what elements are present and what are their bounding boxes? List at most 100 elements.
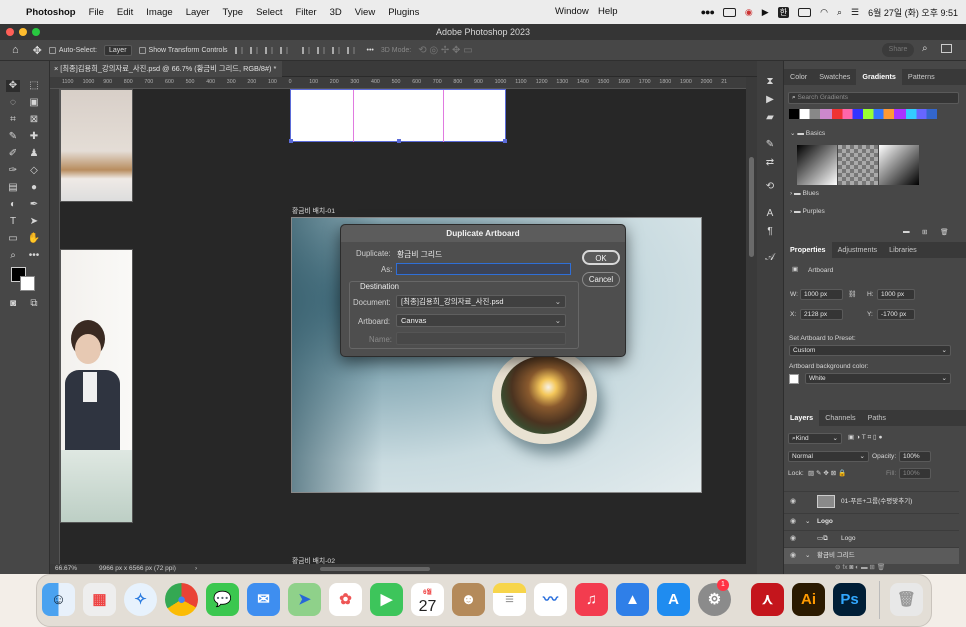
move-tool-icon[interactable]: ✥: [33, 44, 42, 57]
layer-bottom-icons[interactable]: ⊖ fx ◙ ◐ ▬ ⊞ 🗑: [835, 563, 885, 571]
brush-tool-icon[interactable]: ✐: [6, 148, 20, 160]
illustrator-icon[interactable]: Ai: [792, 583, 825, 616]
acrobat-icon[interactable]: ⋏: [751, 583, 784, 616]
contacts-icon[interactable]: ☻: [452, 583, 485, 616]
tab-gradients[interactable]: Gradients: [856, 69, 902, 85]
history-brush-icon[interactable]: ✑: [6, 165, 20, 177]
adjust-panel-icon[interactable]: ⇄: [763, 157, 777, 169]
notes-icon[interactable]: ≡: [493, 583, 526, 616]
chevron-down-icon[interactable]: ⌄: [805, 514, 810, 530]
music-icon[interactable]: ♫: [575, 583, 608, 616]
menu-app-photoshop[interactable]: Photoshop: [26, 7, 76, 18]
tab-swatches[interactable]: Swatches: [813, 69, 856, 85]
tab-properties[interactable]: Properties: [784, 242, 832, 258]
lock-icons[interactable]: ▨ ✎ ✥ ⊠ 🔒: [808, 469, 846, 477]
search-icon[interactable]: ⌕: [837, 7, 842, 18]
as-input[interactable]: [396, 263, 571, 275]
crop-tool-icon[interactable]: ⌗: [6, 114, 20, 126]
wifi-icon[interactable]: ◠: [820, 7, 828, 18]
zoom-window-icon[interactable]: [32, 28, 40, 36]
kind-filter-select[interactable]: ⌕Kind ⌄: [788, 433, 842, 444]
dodge-tool-icon[interactable]: ◐: [6, 199, 20, 211]
background-color-swatch[interactable]: [20, 276, 35, 291]
eraser-tool-icon[interactable]: ◇: [27, 165, 41, 177]
new-gradient-icon[interactable]: ⊞: [922, 228, 928, 236]
minimize-window-icon[interactable]: [19, 28, 27, 36]
visibility-eye-icon[interactable]: ◉: [790, 531, 796, 547]
calendar-icon[interactable]: 6월 27: [411, 583, 444, 616]
actions-panel-icon[interactable]: ▶: [763, 94, 777, 106]
link-icon[interactable]: ⛓: [848, 290, 856, 298]
tab-channels[interactable]: Channels: [819, 410, 861, 426]
document-select[interactable]: [최종]김용희_강의자료_사진.psd ⌄: [396, 295, 566, 308]
battery-icon[interactable]: [798, 7, 812, 17]
input-source-badge[interactable]: 한: [777, 6, 790, 18]
preset-select[interactable]: Custom ⌄: [789, 345, 951, 356]
search-icon[interactable]: ⌕: [922, 43, 928, 54]
menu-3d[interactable]: 3D: [330, 7, 342, 18]
move-tool-icon[interactable]: ✥: [6, 80, 20, 92]
photoshop-icon[interactable]: Ps: [833, 583, 866, 616]
fill-field[interactable]: 100%: [899, 468, 931, 479]
align-left-icon[interactable]: [234, 46, 243, 54]
zoom-level[interactable]: 66.67%: [55, 564, 77, 574]
auto-select-checkbox[interactable]: Auto-Select:: [48, 46, 97, 54]
quick-mask-icon[interactable]: ◙: [6, 298, 20, 310]
layer-artboard-row-selected[interactable]: ◉ ⌄ 황금비 그리드: [784, 547, 959, 564]
type-tool-icon[interactable]: T: [6, 216, 20, 228]
hand-tool-icon[interactable]: ✋: [27, 233, 41, 245]
paragraph-panel-icon[interactable]: ¶: [763, 226, 777, 238]
artboard-2-label[interactable]: 황금비 배치-02: [292, 555, 335, 564]
menu-view[interactable]: View: [355, 7, 375, 18]
horizontal-scroll-thumb[interactable]: [320, 567, 430, 571]
tab-adjustments[interactable]: Adjustments: [832, 242, 884, 258]
object-select-tool-icon[interactable]: ▣: [27, 97, 41, 109]
align-top-icon[interactable]: [301, 46, 310, 54]
artboard-select[interactable]: Canvas ⌄: [396, 314, 566, 327]
menu-edit[interactable]: Edit: [117, 7, 133, 18]
delete-icon[interactable]: 🗑: [940, 228, 948, 236]
play-icon[interactable]: ▶: [762, 7, 769, 18]
menu-layer[interactable]: Layer: [186, 7, 210, 18]
tab-patterns[interactable]: Patterns: [902, 69, 941, 85]
safari-icon[interactable]: ✧: [124, 583, 157, 616]
x-field[interactable]: 2128 px: [800, 309, 843, 320]
document-tab[interactable]: × [최종]김용희_강의자료_사진.psd @ 66.7% (황금비 그리드, …: [50, 61, 282, 77]
trash-icon[interactable]: 🗑: [890, 583, 923, 616]
messages-icon[interactable]: 💬: [206, 583, 239, 616]
tab-layers[interactable]: Layers: [784, 410, 820, 426]
frame-tool-icon[interactable]: ⊠: [27, 114, 41, 126]
menubar-datetime[interactable]: 6월 27일 (화) 오후 9:51: [868, 6, 958, 19]
gradient-tool-icon[interactable]: ▤: [6, 182, 20, 194]
artboard-tool-icon[interactable]: ⬚: [27, 80, 41, 92]
creative-cloud-icon[interactable]: ◉: [745, 7, 753, 18]
partial-artboard-students[interactable]: [60, 249, 133, 523]
comments-panel-icon[interactable]: ▰: [763, 112, 777, 124]
opacity-field[interactable]: 100%: [899, 451, 931, 462]
align-bottom-icon[interactable]: [331, 46, 340, 54]
screen-mode-icon[interactable]: ⧉: [27, 298, 41, 310]
blues-group[interactable]: › ▬ Blues: [790, 190, 819, 197]
photos-icon[interactable]: ✿: [329, 583, 362, 616]
purples-group[interactable]: › ▬ Purples: [790, 208, 825, 215]
layer-comps-icon[interactable]: ⟲: [763, 181, 777, 193]
menu-window[interactable]: Window: [555, 6, 589, 17]
blur-tool-icon[interactable]: ●: [27, 182, 41, 194]
lasso-tool-icon[interactable]: ◌: [6, 97, 20, 109]
align-right-icon[interactable]: [264, 46, 273, 54]
menu-type[interactable]: Type: [222, 7, 243, 18]
show-transform-checkbox[interactable]: Show Transform Controls: [138, 46, 228, 54]
brush-settings-icon[interactable]: ✎: [763, 139, 777, 151]
chevron-down-icon[interactable]: ⌄: [805, 548, 810, 564]
gradient-white-black[interactable]: [879, 145, 919, 185]
share-button[interactable]: Share: [882, 43, 914, 57]
visibility-eye-icon[interactable]: ◉: [790, 514, 796, 530]
history-panel-icon[interactable]: ⧗: [763, 76, 777, 88]
tab-paths[interactable]: Paths: [862, 410, 892, 426]
menu-image[interactable]: Image: [146, 7, 172, 18]
gradient-presets-row[interactable]: [789, 109, 937, 119]
menu-select[interactable]: Select: [256, 7, 282, 18]
control-center-icon[interactable]: ☰: [851, 7, 859, 18]
menu-help[interactable]: Help: [598, 6, 618, 17]
align-middle-icon[interactable]: [316, 46, 325, 54]
